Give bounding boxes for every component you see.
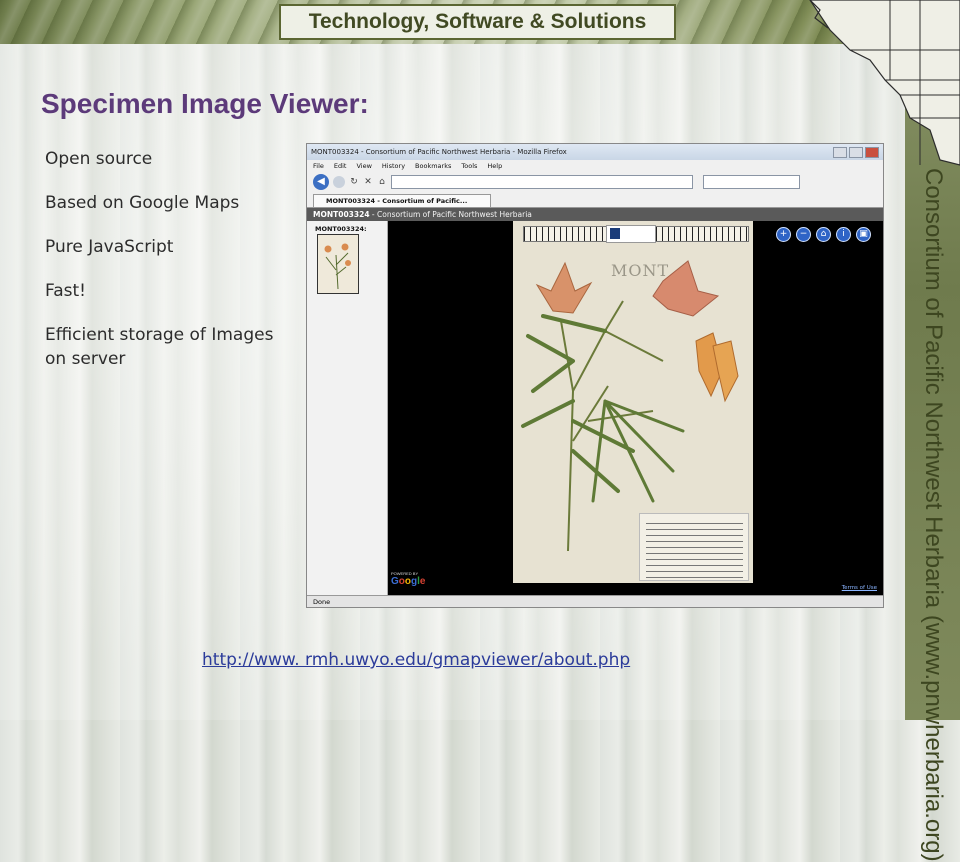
powered-by-google: POWERED BY Google bbox=[391, 571, 426, 587]
reload-icon[interactable]: ↻ bbox=[349, 177, 359, 187]
maximize-icon[interactable] bbox=[849, 147, 863, 158]
back-arrow-icon[interactable]: ◀ bbox=[313, 174, 329, 190]
slide-heading: Specimen Image Viewer: bbox=[41, 88, 369, 119]
zoom-out-icon[interactable]: − bbox=[796, 227, 811, 242]
about-link[interactable]: http://www. rmh.uwyo.edu/gmapviewer/abou… bbox=[202, 650, 630, 670]
home-icon[interactable]: ⌂ bbox=[377, 177, 387, 187]
thumbnail-panel: MONT003324: bbox=[307, 221, 388, 596]
forward-arrow-icon[interactable] bbox=[333, 176, 345, 188]
terms-of-use-link[interactable]: Terms of Use bbox=[842, 585, 877, 591]
vertical-brand-text: Consortium of Pacific Northwest Herbaria… bbox=[920, 168, 947, 862]
banner-title: Technology, Software & Solutions bbox=[308, 10, 647, 33]
window-controls bbox=[833, 147, 879, 158]
close-icon[interactable] bbox=[865, 147, 879, 158]
browser-menu-bar: File Edit View History Bookmarks Tools H… bbox=[307, 160, 883, 171]
browser-screenshot: MONT003324 - Consortium of Pacific North… bbox=[306, 143, 884, 608]
list-item: Efficient storage of Images on server bbox=[45, 325, 274, 369]
viewer-header: MONT003324 - Consortium of Pacific North… bbox=[307, 208, 883, 222]
search-input[interactable] bbox=[703, 175, 800, 189]
home-view-icon[interactable]: ⌂ bbox=[816, 227, 831, 242]
menu-bookmarks[interactable]: Bookmarks bbox=[415, 162, 451, 170]
banner-title-box: Technology, Software & Solutions bbox=[279, 4, 676, 40]
minimize-icon[interactable] bbox=[833, 147, 847, 158]
list-item: Based on Google Maps bbox=[45, 193, 240, 213]
thumbnail-label: MONT003324: bbox=[315, 225, 367, 233]
fullscreen-icon[interactable]: ▣ bbox=[856, 227, 871, 242]
specimen-thumbnail[interactable] bbox=[317, 234, 359, 294]
herbarium-sheet: MONT bbox=[513, 221, 753, 583]
zoom-controls: + − ⌂ i ▣ bbox=[776, 227, 871, 242]
browser-window-title: MONT003324 - Consortium of Pacific North… bbox=[311, 148, 567, 156]
menu-tools[interactable]: Tools bbox=[461, 162, 477, 170]
browser-status-bar: Done bbox=[307, 595, 883, 607]
menu-view[interactable]: View bbox=[356, 162, 371, 170]
specimen-label bbox=[639, 513, 749, 581]
menu-help[interactable]: Help bbox=[487, 162, 502, 170]
menu-history[interactable]: History bbox=[382, 162, 405, 170]
viewer-header-id: MONT003324 bbox=[313, 210, 370, 219]
specimen-viewer-canvas[interactable]: MONT + − ⌂ i ▣ POWERED BY Google Terms o… bbox=[388, 221, 883, 596]
feature-list: Open source Based on Google Maps Pure Ja… bbox=[45, 147, 295, 391]
viewer-body: MONT003324: MONT + − ⌂ i ▣ POWERED BY Go… bbox=[307, 221, 883, 596]
browser-tab-strip: MONT003324 - Consortium of Pacific... bbox=[307, 193, 883, 208]
list-item: Fast! bbox=[45, 281, 86, 301]
viewer-header-text: - Consortium of Pacific Northwest Herbar… bbox=[369, 210, 532, 219]
address-input[interactable] bbox=[391, 175, 693, 189]
list-item: Pure JavaScript bbox=[45, 237, 174, 257]
browser-tab[interactable]: MONT003324 - Consortium of Pacific... bbox=[313, 194, 491, 207]
browser-toolbar: ◀ ↻ ✕ ⌂ bbox=[307, 171, 883, 193]
menu-file[interactable]: File bbox=[313, 162, 324, 170]
zoom-in-icon[interactable]: + bbox=[776, 227, 791, 242]
info-icon[interactable]: i bbox=[836, 227, 851, 242]
stop-icon[interactable]: ✕ bbox=[363, 177, 373, 187]
list-item: Open source bbox=[45, 149, 153, 169]
browser-title-bar: MONT003324 - Consortium of Pacific North… bbox=[307, 144, 883, 160]
menu-edit[interactable]: Edit bbox=[334, 162, 347, 170]
